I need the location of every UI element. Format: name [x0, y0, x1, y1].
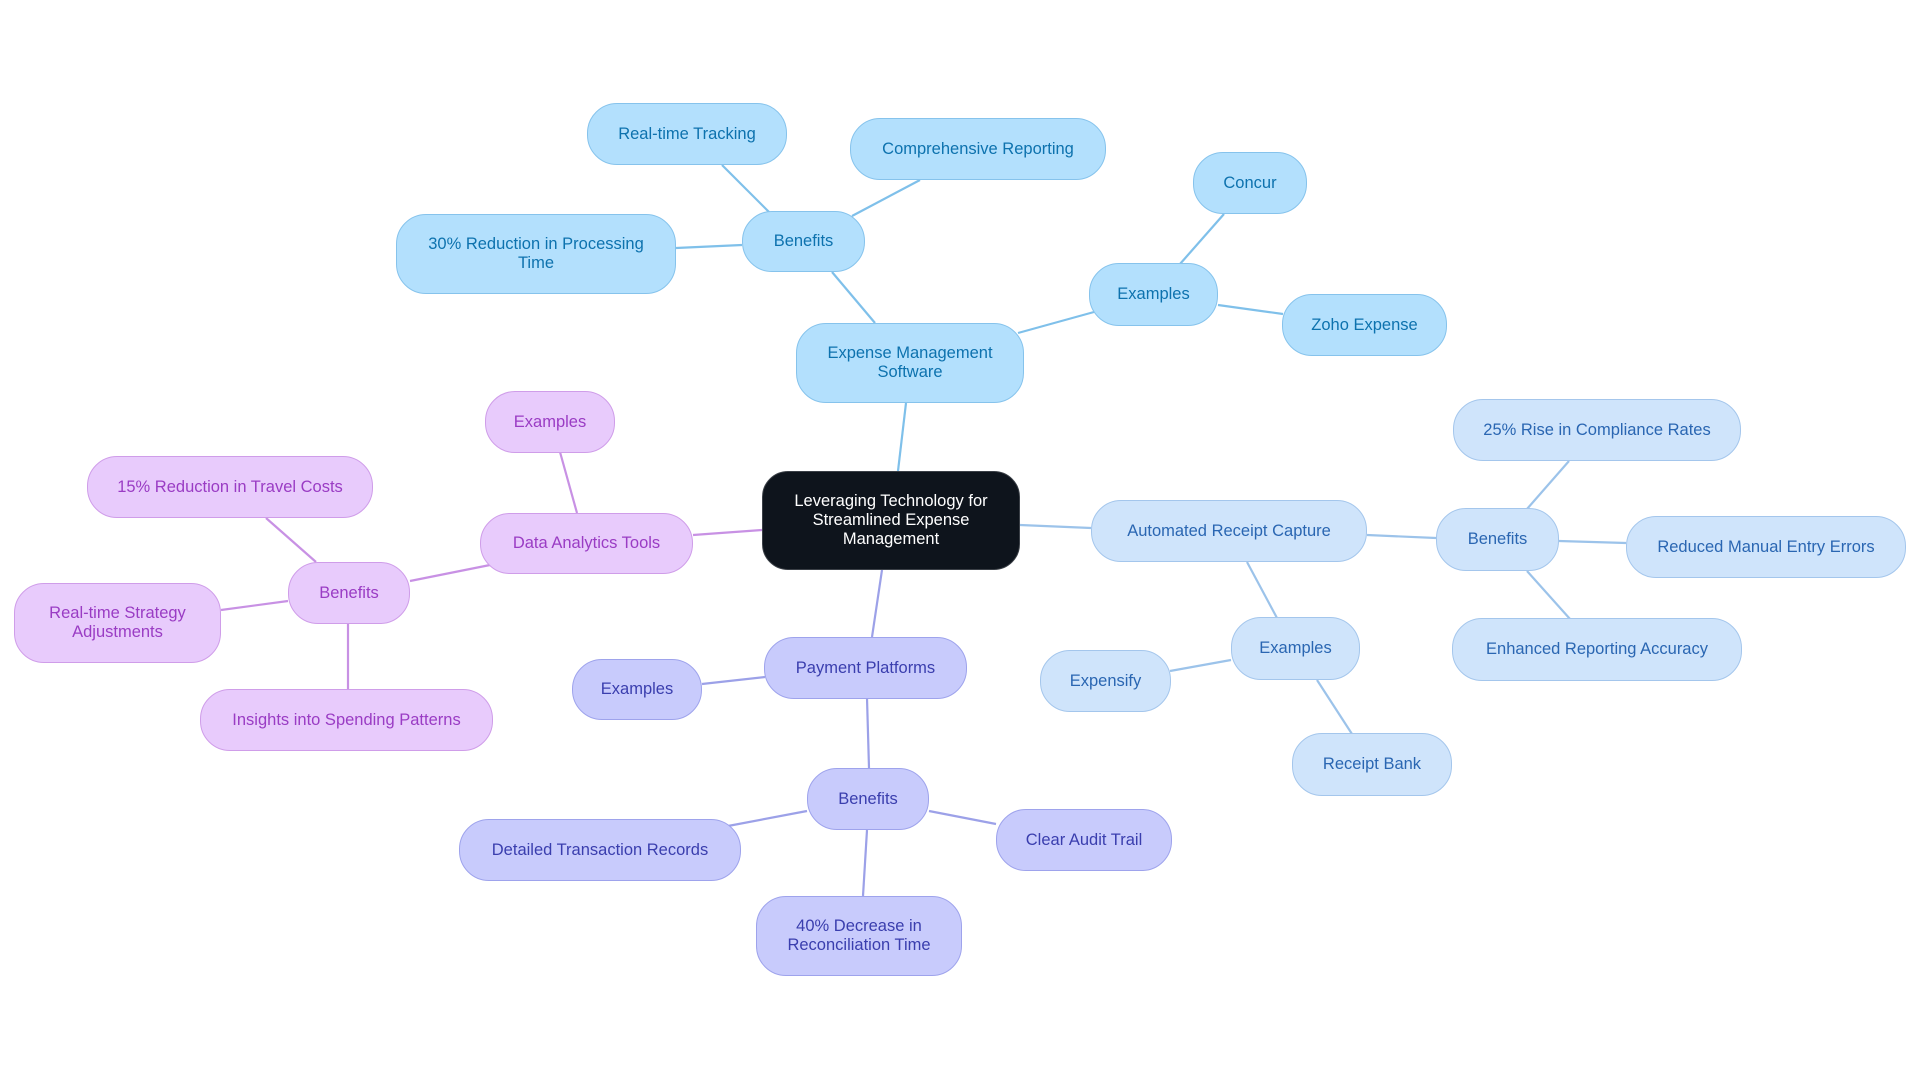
edge-ems-benefits-2 [851, 179, 921, 217]
edge-ems-examples-2 [1217, 303, 1284, 316]
node-label: 15% Reduction in Travel Costs [117, 477, 343, 496]
leaf-node[interactable]: Insights into Spending Patterns [200, 689, 493, 751]
benefits-node[interactable]: Benefits [742, 211, 865, 272]
edge-dat-benefits-2 [220, 599, 289, 612]
edge-arc-benefits-3 [1526, 570, 1571, 620]
leaf-node[interactable]: Real-time Tracking [587, 103, 787, 165]
leaf-node[interactable]: 40% Decrease in Reconciliation Time [756, 896, 962, 976]
leaf-node[interactable]: Zoho Expense [1282, 294, 1447, 356]
edge-ems-benefits [831, 271, 876, 324]
examples-node[interactable]: Examples [485, 391, 615, 453]
edge-root-arc [1019, 523, 1092, 530]
leaf-node[interactable]: Enhanced Reporting Accuracy [1452, 618, 1742, 681]
node-label: Enhanced Reporting Accuracy [1486, 640, 1708, 658]
node-label: Real-time Tracking [618, 124, 756, 143]
benefits-node[interactable]: Benefits [288, 562, 410, 624]
node-label: Concur [1223, 173, 1277, 192]
leaf-node[interactable]: Clear Audit Trail [996, 809, 1172, 871]
node-label: 30% Reduction in Processing Time [428, 235, 644, 272]
node-label: Benefits [773, 232, 834, 250]
branch-node-payment-platforms[interactable]: Payment Platforms [764, 637, 967, 699]
edge-dat-benefits [409, 563, 491, 583]
node-label: Automated Receipt Capture [1127, 521, 1331, 540]
node-label: Clear Audit Trail [1025, 830, 1143, 849]
node-label: Benefits [1467, 530, 1528, 548]
node-label: Insights into Spending Patterns [232, 710, 461, 729]
node-label: Reduced Manual Entry Errors [1657, 537, 1875, 556]
edge-arc-benefits [1366, 533, 1437, 540]
leaf-node[interactable]: 25% Rise in Compliance Rates [1453, 399, 1741, 461]
leaf-node[interactable]: Comprehensive Reporting [850, 118, 1106, 180]
edge-arc-benefits-1 [1526, 460, 1570, 510]
leaf-node[interactable]: Reduced Manual Entry Errors [1626, 516, 1906, 578]
edge-ems-benefits-3 [675, 243, 743, 250]
leaf-node[interactable]: 15% Reduction in Travel Costs [87, 456, 373, 518]
edge-ems-examples-1 [1179, 213, 1225, 265]
examples-node[interactable]: Examples [1231, 617, 1360, 680]
leaf-node[interactable]: Receipt Bank [1292, 733, 1452, 796]
node-label: Examples [1259, 639, 1332, 657]
edge-pp-benefits [865, 697, 871, 769]
root-node-label: Leveraging Technology for Streamlined Ex… [794, 492, 988, 548]
node-label: Examples [513, 412, 587, 431]
edge-ems-examples [1017, 310, 1095, 335]
node-label: Benefits [319, 583, 379, 602]
node-label: Benefits [838, 789, 898, 808]
edge-arc-benefits-2 [1558, 539, 1627, 545]
edge-arc-examples-2 [1316, 679, 1353, 735]
benefits-node[interactable]: Benefits [1436, 508, 1559, 571]
node-label: Receipt Bank [1322, 755, 1422, 773]
edge-arc-examples [1246, 561, 1278, 619]
examples-node[interactable]: Examples [572, 659, 702, 720]
edge-dat-examples [558, 451, 579, 514]
leaf-node[interactable]: Detailed Transaction Records [459, 819, 741, 881]
root-node[interactable]: Leveraging Technology for Streamlined Ex… [762, 471, 1020, 570]
node-label: 25% Rise in Compliance Rates [1483, 420, 1711, 439]
edge-ems-benefits-1 [721, 164, 771, 214]
branch-node-expense-management-software[interactable]: Expense Management Software [796, 323, 1024, 403]
edge-dat-benefits-1 [265, 517, 317, 563]
edge-pp-examples [701, 675, 766, 686]
branch-node-data-analytics-tools[interactable]: Data Analytics Tools [480, 513, 693, 574]
edge-pp-benefits-3 [861, 829, 869, 897]
node-label: Examples [600, 680, 674, 698]
branch-node-automated-receipt-capture[interactable]: Automated Receipt Capture [1091, 500, 1367, 562]
edge-root-ems [896, 402, 908, 472]
edge-root-pp [870, 569, 884, 638]
node-label: Detailed Transaction Records [491, 840, 709, 859]
node-label: Examples [1117, 285, 1190, 303]
leaf-node[interactable]: Concur [1193, 152, 1307, 214]
leaf-node[interactable]: Real-time Strategy Adjustments [14, 583, 221, 663]
node-label: Comprehensive Reporting [882, 139, 1074, 158]
edge-pp-benefits-1 [727, 809, 808, 828]
edge-pp-benefits-2 [928, 809, 997, 826]
edge-arc-examples-1 [1169, 658, 1232, 673]
leaf-node[interactable]: Expensify [1040, 650, 1171, 712]
node-label: Expense Management Software [827, 344, 993, 381]
node-label: Zoho Expense [1311, 315, 1418, 334]
examples-node[interactable]: Examples [1089, 263, 1218, 326]
benefits-node[interactable]: Benefits [807, 768, 929, 830]
leaf-node[interactable]: 30% Reduction in Processing Time [396, 214, 676, 294]
edge-root-dat [692, 528, 763, 537]
node-label: Data Analytics Tools [512, 534, 661, 552]
node-label: Expensify [1069, 671, 1142, 690]
node-label: 40% Decrease in Reconciliation Time [787, 917, 931, 954]
node-label: Real-time Strategy Adjustments [49, 604, 186, 641]
node-label: Payment Platforms [795, 658, 936, 677]
